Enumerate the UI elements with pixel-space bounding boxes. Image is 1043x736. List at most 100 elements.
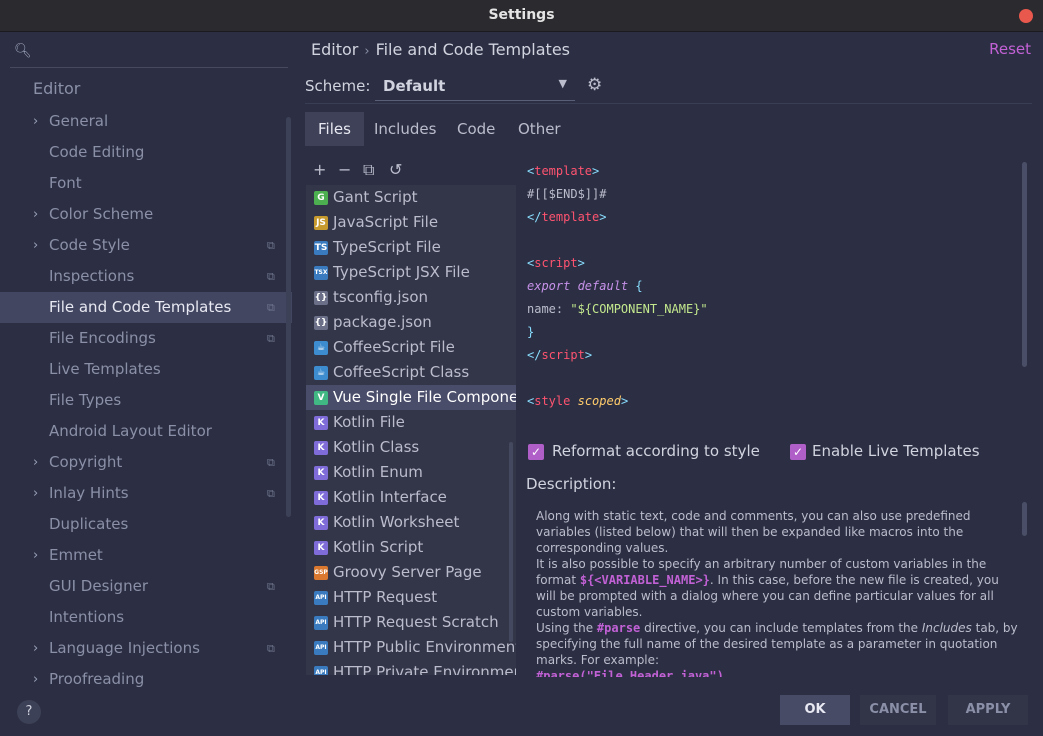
search-input[interactable]: 🔍︎ [10, 40, 288, 68]
live-templates-checkbox[interactable]: ✓ [790, 444, 806, 460]
sidebar-item-file-encodings[interactable]: File Encodings ⧉ [0, 323, 292, 354]
template-list-item[interactable]: API HTTP Request [306, 585, 516, 610]
chevron-right-icon[interactable]: › [33, 230, 38, 261]
chevron-right-icon[interactable]: › [33, 540, 38, 571]
revert-icon[interactable]: ↺ [389, 160, 402, 179]
template-list-item[interactable]: GSP Groovy Server Page [306, 560, 516, 585]
reset-link[interactable]: Reset [989, 40, 1031, 58]
tab-files[interactable]: Files [305, 112, 364, 146]
project-scope-icon: ⧉ [267, 301, 275, 314]
breadcrumb-parent[interactable]: Editor [311, 40, 358, 59]
sidebar-item-intentions[interactable]: Intentions [0, 602, 292, 633]
template-editor[interactable]: <template> #[[$END$]]# </template> <scri… [517, 160, 1032, 416]
template-name: tsconfig.json [333, 288, 429, 306]
sidebar-item-file-and-code-templates[interactable]: File and Code Templates ⧉ [0, 292, 292, 323]
project-scope-icon: ⧉ [267, 270, 275, 283]
sidebar-item-emmet[interactable]: › Emmet [0, 540, 292, 571]
file-type-icon: K [314, 516, 328, 530]
cancel-button[interactable]: CANCEL [860, 695, 936, 725]
description-text: Along with static text, code and comment… [526, 502, 1031, 677]
template-list-item[interactable]: TS TypeScript File [306, 235, 516, 260]
template-list-item[interactable]: K Kotlin Script [306, 535, 516, 560]
sidebar-item-android-layout-editor[interactable]: Android Layout Editor [0, 416, 292, 447]
chevron-right-icon[interactable]: › [33, 447, 38, 478]
template-name: CoffeeScript File [333, 338, 455, 356]
template-list-item[interactable]: K Kotlin File [306, 410, 516, 435]
template-list-item[interactable]: K Kotlin Interface [306, 485, 516, 510]
sidebar-item-inspections[interactable]: Inspections ⧉ [0, 261, 292, 292]
sidebar-item-inlay-hints[interactable]: › Inlay Hints ⧉ [0, 478, 292, 509]
sidebar-item-label: Color Scheme [49, 205, 154, 223]
sidebar-item-label: Inspections [49, 267, 135, 285]
template-list-scrollbar[interactable] [509, 442, 513, 642]
file-type-icon: API [314, 641, 328, 655]
add-icon[interactable]: + [313, 160, 326, 179]
template-list-item[interactable]: {} tsconfig.json [306, 285, 516, 310]
ok-button[interactable]: OK [780, 695, 850, 725]
template-list-item[interactable]: K Kotlin Enum [306, 460, 516, 485]
scheme-label: Scheme: [305, 77, 371, 95]
reformat-checkbox[interactable]: ✓ [528, 444, 544, 460]
description-paragraph: Using the #parse directive, you can incl… [536, 621, 1018, 667]
template-list-item[interactable]: JS JavaScript File [306, 210, 516, 235]
chevron-right-icon[interactable]: › [33, 478, 38, 509]
chevron-right-icon[interactable]: › [33, 106, 38, 137]
sidebar-item-copyright[interactable]: › Copyright ⧉ [0, 447, 292, 478]
sidebar-item-code-style[interactable]: › Code Style ⧉ [0, 230, 292, 261]
project-scope-icon: ⧉ [267, 456, 275, 469]
sidebar-item-file-types[interactable]: File Types [0, 385, 292, 416]
remove-icon[interactable]: − [338, 160, 351, 179]
sidebar-item-font[interactable]: Font [0, 168, 292, 199]
sidebar-item-duplicates[interactable]: Duplicates [0, 509, 292, 540]
template-name: HTTP Private Environment [333, 663, 516, 675]
help-icon[interactable]: ? [17, 700, 41, 724]
editor-scrollbar[interactable] [1022, 162, 1027, 367]
template-list-item[interactable]: K Kotlin Class [306, 435, 516, 460]
template-list-item[interactable]: V Vue Single File Component [306, 385, 516, 410]
sidebar-item-live-templates[interactable]: Live Templates [0, 354, 292, 385]
gear-icon[interactable]: ⚙ [587, 75, 602, 95]
reformat-label[interactable]: Reformat according to style [552, 442, 760, 460]
template-name: HTTP Request Scratch [333, 613, 499, 631]
template-list-item[interactable]: API HTTP Public Environment [306, 635, 516, 660]
scheme-dropdown[interactable]: Default ▼ [375, 73, 575, 101]
sidebar-item-general[interactable]: › General [0, 106, 292, 137]
apply-button[interactable]: APPLY [948, 695, 1028, 725]
template-code: <template> #[[$END$]]# </template> <scri… [527, 164, 708, 408]
sidebar-item-code-editing[interactable]: Code Editing [0, 137, 292, 168]
sidebar-item-language-injections[interactable]: › Language Injections ⧉ [0, 633, 292, 664]
breadcrumb-separator: › [364, 44, 370, 59]
template-list-item[interactable]: TSX TypeScript JSX File [306, 260, 516, 285]
tab-includes[interactable]: Includes [361, 112, 449, 146]
chevron-right-icon[interactable]: › [33, 199, 38, 230]
description-scrollbar[interactable] [1022, 502, 1027, 536]
sidebar-item-gui-designer[interactable]: GUI Designer ⧉ [0, 571, 292, 602]
template-list-item[interactable]: API HTTP Request Scratch [306, 610, 516, 635]
template-name: Kotlin Worksheet [333, 513, 460, 531]
template-list-item[interactable]: API HTTP Private Environment [306, 660, 516, 675]
template-list-item[interactable]: G Gant Script [306, 185, 516, 210]
dropdown-arrow-icon: ▼ [558, 77, 567, 90]
template-name: Kotlin Interface [333, 488, 447, 506]
template-list-item[interactable]: K Kotlin Worksheet [306, 510, 516, 535]
chevron-right-icon[interactable]: › [33, 664, 38, 692]
sidebar-scrollbar[interactable] [286, 117, 291, 517]
copy-icon[interactable]: ⧉ [363, 160, 374, 180]
sidebar-item-color-scheme[interactable]: › Color Scheme [0, 199, 292, 230]
scheme-value: Default [383, 77, 446, 95]
sidebar-section-editor[interactable]: Editor [33, 79, 80, 98]
file-type-icon: GSP [314, 566, 328, 580]
chevron-right-icon[interactable]: › [33, 633, 38, 664]
file-type-icon: K [314, 441, 328, 455]
tab-code[interactable]: Code [444, 112, 508, 146]
live-templates-label[interactable]: Enable Live Templates [812, 442, 980, 460]
tab-other[interactable]: Other [505, 112, 574, 146]
template-list-item[interactable]: {} package.json [306, 310, 516, 335]
project-scope-icon: ⧉ [267, 642, 275, 655]
sidebar-item-proofreading[interactable]: › Proofreading [0, 664, 292, 692]
template-list-item[interactable]: ☕ CoffeeScript Class [306, 360, 516, 385]
close-window-button[interactable] [1019, 9, 1033, 23]
template-name: Kotlin Script [333, 538, 424, 556]
settings-tree: › General Code Editing Font › Color Scheme › Co… [0, 106, 292, 692]
template-list-item[interactable]: ☕ CoffeeScript File [306, 335, 516, 360]
